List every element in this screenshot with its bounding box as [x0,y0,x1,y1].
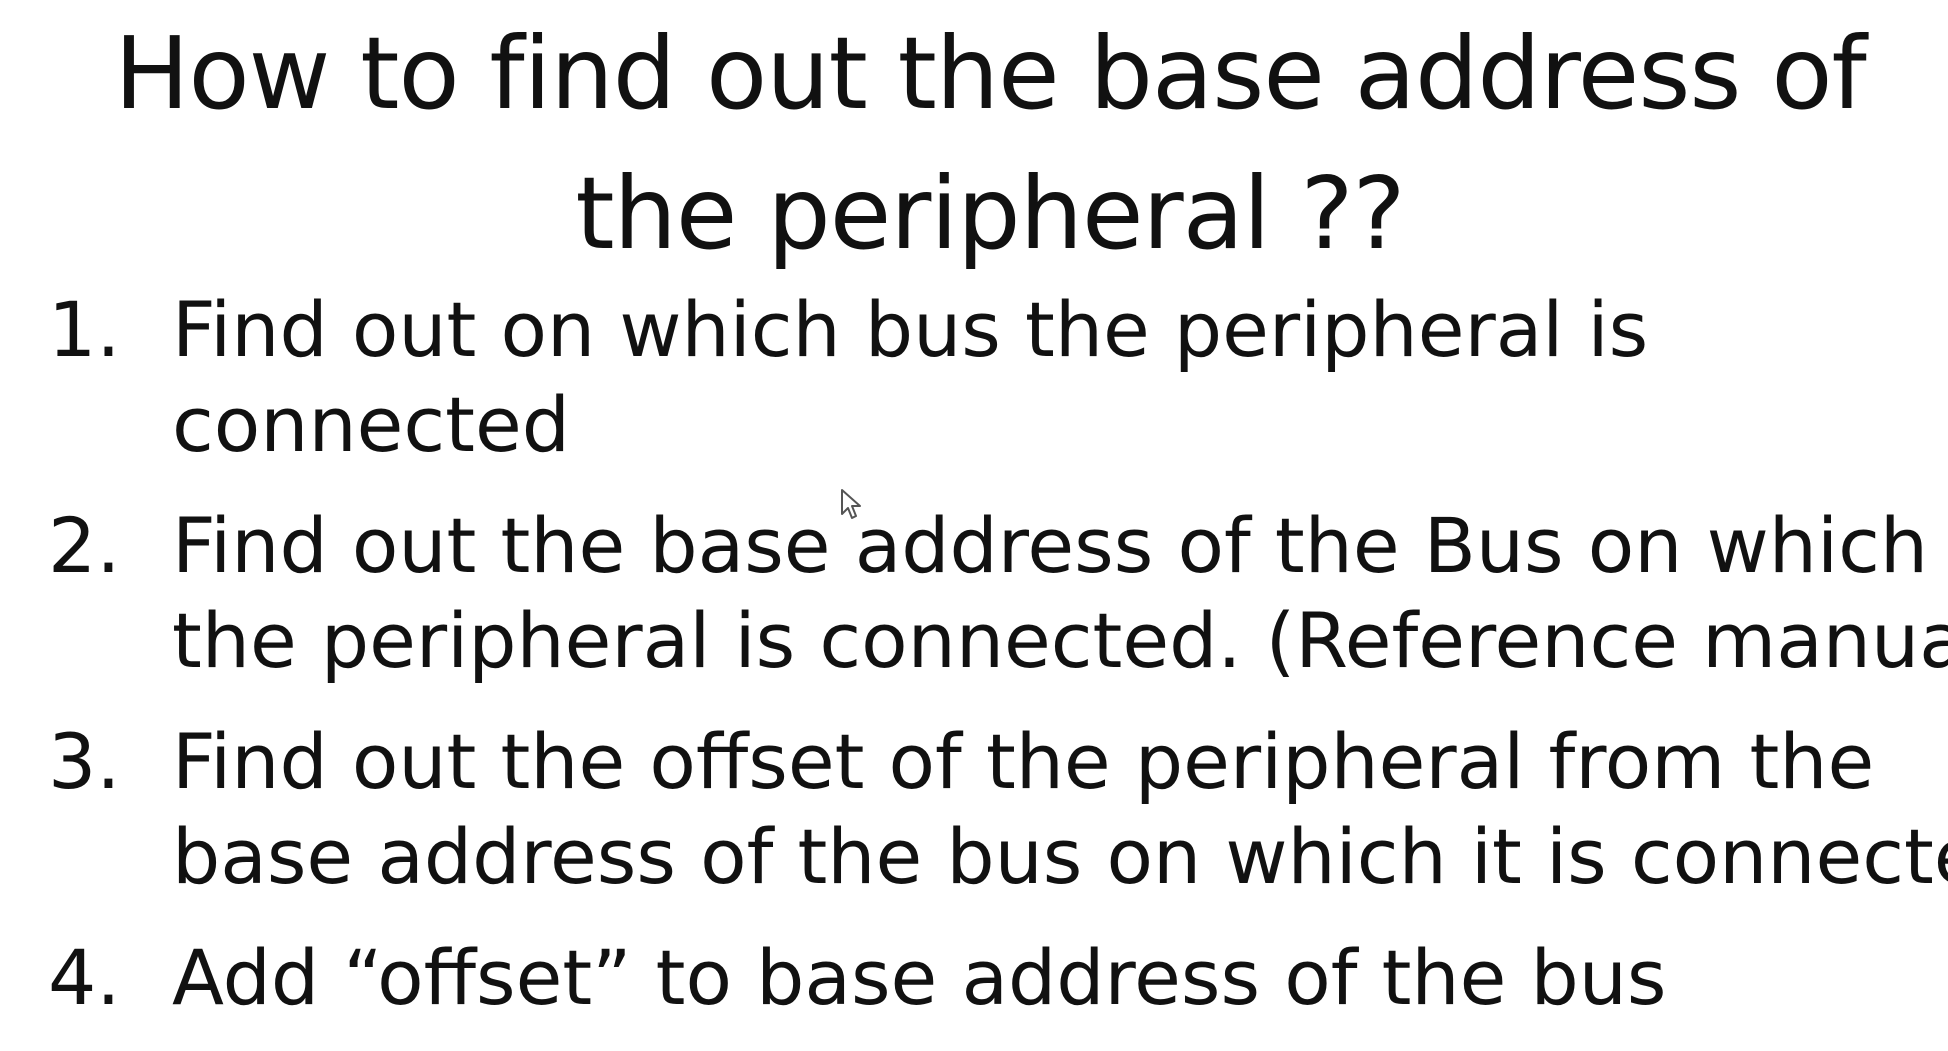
slide-title: How to find out the base address of the … [90,4,1890,284]
step-text: Find out the offset of the peripheral fr… [172,714,1948,904]
step-text: Add “offset” to base address of the bus [172,930,1938,1025]
step-item-3: 3. Find out the offset of the peripheral… [48,714,1948,904]
step-text: Find out the base address of the Bus on … [172,498,1948,688]
step-number: 2. [48,501,121,590]
step-item-2: 2. Find out the base address of the Bus … [48,498,1948,688]
step-text-line: Find out on which bus the peripheral is [172,285,1649,374]
slide-title-line: How to find out the base address of [114,15,1866,132]
step-text-line: Find out the base address of the Bus on … [172,501,1929,590]
step-text-line: the peripheral is connected. (Reference … [172,596,1948,685]
step-number: 3. [48,717,121,806]
step-number: 1. [48,285,121,374]
step-text-line: Add “offset” to base address of the bus [172,933,1667,1022]
slide: How to find out the base address of the … [0,0,1948,1030]
step-text-line: Find out the offset of the peripheral fr… [172,717,1875,806]
step-item-1: 1. Find out on which bus the peripheral … [48,282,1938,472]
step-number: 4. [48,933,121,1022]
slide-title-line: the peripheral ?? [575,155,1405,272]
step-item-4: 4. Add “offset” to base address of the b… [48,930,1938,1025]
steps-list: 1. Find out on which bus the peripheral … [48,282,1948,1051]
step-text-line: base address of the bus on which it is c… [172,812,1948,901]
mouse-pointer-icon [841,489,861,519]
step-text-line: connected [172,380,570,469]
step-text: Find out on which bus the peripheral is … [172,282,1938,472]
